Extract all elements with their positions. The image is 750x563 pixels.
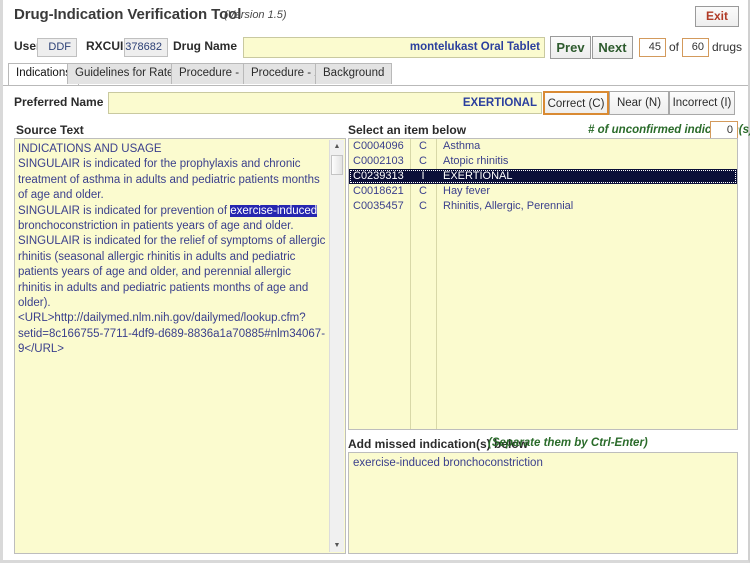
missed-indications-value: exercise-induced bronchoconstriction (353, 457, 543, 469)
table-row[interactable]: C0018621 C Hay fever (349, 184, 737, 199)
scroll-down-icon[interactable]: ▼ (330, 539, 344, 552)
rxcui-label: RXCUI (86, 39, 124, 53)
source-line-4: SINGULAIR is indicated for the relief of… (18, 235, 329, 310)
page-title: Drug-Indication Verification Tool (14, 6, 242, 23)
row-flag: C (419, 200, 427, 212)
exit-button[interactable]: Exit (695, 6, 739, 27)
preferred-name-label: Preferred Name (14, 95, 104, 109)
version-label: (Version 1.5) (224, 9, 287, 21)
drug-name-label: Drug Name (173, 39, 238, 53)
row-flag: I (421, 170, 425, 182)
source-line-2: SINGULAIR is indicated for the prophylax… (18, 158, 323, 202)
drug-name-field[interactable]: montelukast Oral Tablet (243, 37, 545, 58)
toolbar: User DDF RXCUI 378682 Drug Name monteluk… (3, 31, 748, 61)
title-bar: Drug-Indication Verification Tool (Versi… (3, 0, 748, 30)
scroll-up-icon[interactable]: ▲ (330, 140, 344, 153)
application-window: Drug-Indication Verification Tool (Versi… (0, 0, 750, 563)
row-flag: C (419, 155, 427, 167)
missed-indications-note: (Separate them by Ctrl-Enter) (488, 437, 648, 449)
rxcui-field: 378682 (124, 38, 168, 57)
source-text-panel[interactable]: INDICATIONS AND USAGE SINGULAIR is indic… (14, 138, 346, 554)
source-line-5-url: <URL>http://dailymed.nlm.nih.gov/dailyme… (18, 312, 326, 356)
correct-button[interactable]: Correct (C) (543, 91, 609, 115)
table-row[interactable]: C0035457 C Rhinitis, Allergic, Perennial (349, 199, 737, 214)
row-name: Rhinitis, Allergic, Perennial (443, 200, 574, 212)
scrollbar-thumb[interactable] (331, 155, 343, 175)
table-row[interactable]: C0002103 C Atopic rhinitis (349, 154, 737, 169)
prev-button[interactable]: Prev (550, 36, 591, 59)
row-code: C0239313 (353, 170, 404, 182)
row-code: C0018621 (353, 185, 404, 197)
unconfirmed-count-field[interactable]: 0 (710, 121, 738, 139)
user-field: DDF (37, 38, 77, 57)
table-row-selected[interactable]: C0239313 I EXERTIONAL (349, 169, 737, 184)
row-code: C0035457 (353, 200, 404, 212)
row-name: EXERTIONAL (443, 170, 513, 182)
source-highlighted-selection[interactable]: exercise-induced (230, 204, 318, 217)
incorrect-button[interactable]: Incorrect (I) (669, 91, 735, 115)
row-code: C0004096 (353, 140, 404, 152)
missed-indications-input[interactable]: exercise-induced bronchoconstriction (348, 452, 738, 554)
tab-background[interactable]: Background (315, 63, 393, 84)
drugs-label: drugs (712, 40, 743, 54)
of-label: of (669, 40, 680, 54)
preferred-name-field[interactable]: EXERTIONAL (108, 92, 542, 114)
source-line-3-pre: SINGULAIR is indicated for prevention of (18, 204, 231, 217)
select-item-heading: Select an item below (348, 123, 467, 137)
row-name: Atopic rhinitis (443, 155, 509, 167)
row-flag: C (419, 185, 427, 197)
total-drugs-field[interactable]: 60 (682, 38, 709, 57)
current-drug-index-field[interactable]: 45 (639, 38, 666, 57)
source-text-content: INDICATIONS AND USAGE SINGULAIR is indic… (18, 142, 326, 358)
indication-list-panel[interactable]: C0004096 C Asthma C0002103 C Atopic rhin… (348, 138, 738, 430)
preferred-name-row: Preferred Name EXERTIONAL Correct (C) Ne… (3, 87, 748, 118)
near-button[interactable]: Near (N) (609, 91, 669, 115)
next-button[interactable]: Next (592, 36, 633, 59)
table-row[interactable]: C0004096 C Asthma (349, 139, 737, 154)
row-flag: C (419, 140, 427, 152)
row-code: C0002103 (353, 155, 404, 167)
tab-strip: Indications Guidelines for Raters Proced… (3, 63, 748, 86)
source-text-heading: Source Text (16, 123, 84, 137)
source-line-1: INDICATIONS AND USAGE (18, 143, 162, 155)
row-name: Asthma (443, 140, 481, 152)
row-name: Hay fever (443, 185, 491, 197)
source-text-scrollbar[interactable]: ▲ ▼ (329, 140, 344, 552)
